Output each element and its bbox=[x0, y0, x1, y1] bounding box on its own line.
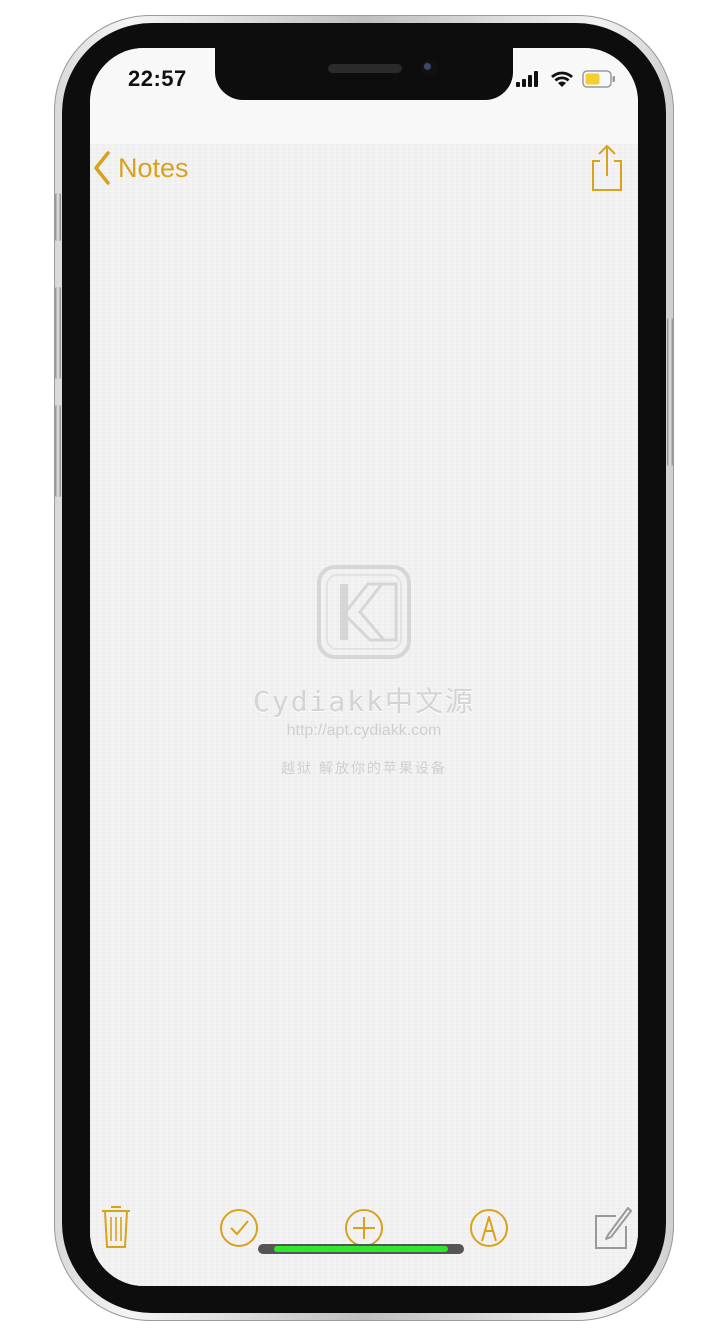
back-button[interactable]: Notes bbox=[92, 150, 189, 186]
watermark-title: Cydiakk中文源 bbox=[252, 685, 475, 718]
compose-button[interactable] bbox=[592, 1204, 632, 1255]
volume-down-button bbox=[55, 405, 61, 497]
cellular-signal-icon bbox=[516, 71, 538, 87]
home-indicator-highlight bbox=[274, 1246, 448, 1252]
checklist-icon bbox=[220, 1209, 258, 1247]
battery-icon bbox=[582, 70, 615, 88]
mute-switch bbox=[55, 193, 61, 241]
trash-icon bbox=[102, 1206, 130, 1248]
delete-button[interactable] bbox=[100, 1203, 132, 1254]
status-icons bbox=[516, 68, 616, 90]
markup-button[interactable] bbox=[469, 1208, 509, 1253]
compose-icon bbox=[595, 1207, 632, 1249]
home-indicator[interactable] bbox=[258, 1244, 464, 1254]
watermark-subtitle: 越狱 解放你的苹果设备 bbox=[281, 760, 447, 776]
screen: 22:57 Notes Cydiakk中文源 http://apt.cydiak… bbox=[90, 48, 638, 1286]
watermark: Cydiakk中文源 http://apt.cydiakk.com 越狱 解放你… bbox=[90, 564, 638, 778]
chevron-left-icon bbox=[94, 151, 110, 185]
share-icon bbox=[592, 145, 622, 191]
watermark-logo bbox=[317, 565, 411, 659]
share-button[interactable] bbox=[590, 144, 624, 197]
volume-up-button bbox=[55, 287, 61, 379]
speaker-grille bbox=[328, 64, 402, 73]
add-icon bbox=[345, 1209, 383, 1247]
watermark-url: http://apt.cydiakk.com bbox=[286, 722, 442, 739]
back-label: Notes bbox=[118, 152, 189, 183]
power-button bbox=[667, 318, 673, 466]
notch bbox=[215, 48, 513, 100]
front-camera bbox=[421, 60, 437, 76]
markup-icon bbox=[470, 1209, 508, 1247]
status-time: 22:57 bbox=[128, 66, 187, 91]
wifi-icon bbox=[551, 71, 573, 87]
checklist-button[interactable] bbox=[219, 1208, 259, 1253]
